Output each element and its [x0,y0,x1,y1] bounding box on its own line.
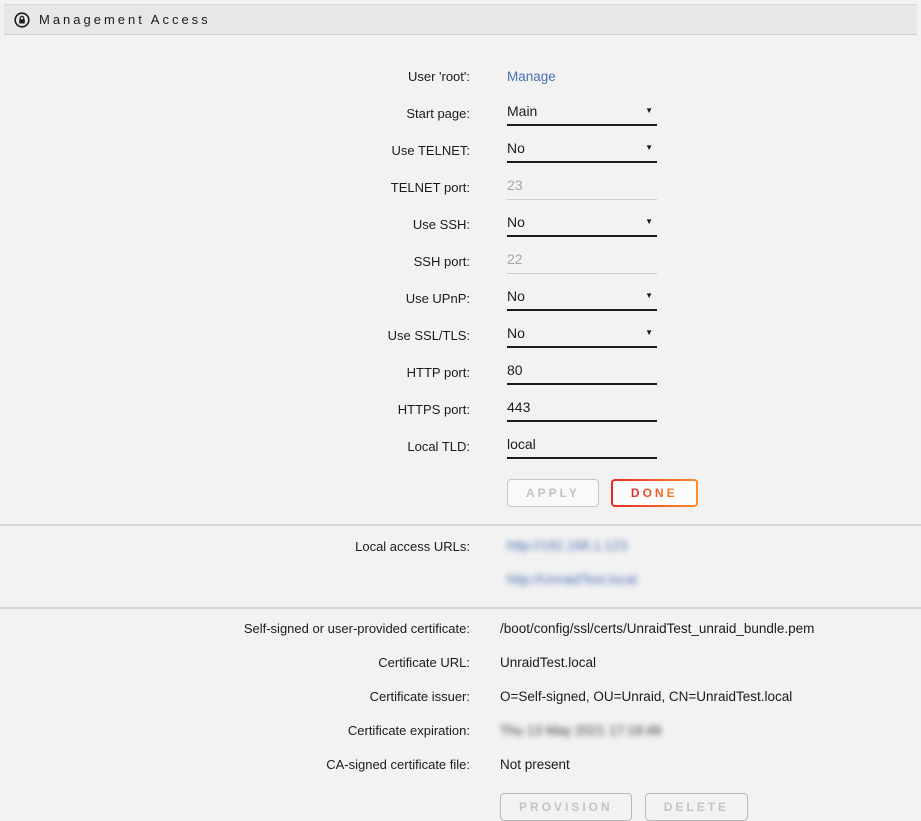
start-page-value: Main [507,103,537,119]
row-start-page: Start page: Main ▼ [0,95,921,132]
use-upnp-value: No [507,288,525,304]
page-title: Management Access [39,12,211,27]
start-page-select[interactable]: Main ▼ [507,101,657,126]
cert-url-value: UnraidTest.local [500,655,596,670]
cert-url-row: Certificate URL: UnraidTest.local [0,645,921,679]
titlebar: Management Access [4,4,917,35]
local-access-url-hostname-link[interactable]: http://UnraidTest.local [507,572,637,587]
user-root-label: User 'root': [0,69,470,84]
chevron-down-icon: ▼ [645,107,655,115]
row-use-ssl: Use SSL/TLS: No ▼ [0,317,921,354]
local-access-urls-section: Local access URLs: http://192.168.1.123 … [0,526,921,603]
telnet-port-input [507,175,657,200]
cert-expiration-label: Certificate expiration: [0,723,470,738]
use-telnet-label: Use TELNET: [0,143,470,158]
row-http-port: HTTP port: [0,354,921,391]
row-ssh-port: SSH port: [0,243,921,280]
use-ssh-label: Use SSH: [0,217,470,232]
ca-cert-file-label: CA-signed certificate file: [0,757,470,772]
use-ssh-select[interactable]: No ▼ [507,212,657,237]
row-use-telnet: Use TELNET: No ▼ [0,132,921,169]
done-button-label: DONE [631,486,678,500]
row-use-upnp: Use UPnP: No ▼ [0,280,921,317]
use-ssh-value: No [507,214,525,230]
apply-button[interactable]: APPLY [507,479,599,507]
lock-circle-icon [14,12,30,28]
certificate-buttons: PROVISION DELETE [500,793,921,821]
cert-issuer-row: Certificate issuer: O=Self-signed, OU=Un… [0,679,921,713]
ca-cert-file-row: CA-signed certificate file: Not present [0,747,921,781]
ca-cert-file-value: Not present [500,757,570,772]
use-upnp-select[interactable]: No ▼ [507,286,657,311]
manage-root-link[interactable]: Manage [507,69,556,84]
chevron-down-icon: ▼ [645,329,655,337]
cert-url-label: Certificate URL: [0,655,470,670]
local-access-url-ip-link[interactable]: http://192.168.1.123 [507,538,627,553]
local-access-urls-label: Local access URLs: [0,539,470,554]
ssh-port-label: SSH port: [0,254,470,269]
use-ssl-select[interactable]: No ▼ [507,323,657,348]
cert-issuer-label: Certificate issuer: [0,689,470,704]
certificate-section: Self-signed or user-provided certificate… [0,609,921,821]
use-telnet-select[interactable]: No ▼ [507,138,657,163]
http-port-label: HTTP port: [0,365,470,380]
delete-button[interactable]: DELETE [645,793,748,821]
provision-button[interactable]: PROVISION [500,793,632,821]
start-page-label: Start page: [0,106,470,121]
http-port-input[interactable] [507,360,657,385]
form-buttons: APPLY DONE [507,479,921,507]
local-tld-label: Local TLD: [0,439,470,454]
cert-expiration-value: Thu 13 May 2021 17:18:48 [500,723,661,738]
management-access-form: User 'root': Manage Start page: Main ▼ U… [0,35,921,507]
local-access-urls-row: http://UnraidTest.local [0,563,921,597]
local-tld-input[interactable] [507,434,657,459]
local-access-urls-row: Local access URLs: http://192.168.1.123 [0,529,921,563]
row-https-port: HTTPS port: [0,391,921,428]
row-local-tld: Local TLD: [0,428,921,465]
telnet-port-label: TELNET port: [0,180,470,195]
cert-expiration-row: Certificate expiration: Thu 13 May 2021 … [0,713,921,747]
management-access-page: Management Access User 'root': Manage St… [0,0,921,818]
cert-file-value: /boot/config/ssl/certs/UnraidTest_unraid… [500,621,814,636]
row-use-ssh: Use SSH: No ▼ [0,206,921,243]
https-port-label: HTTPS port: [0,402,470,417]
cert-file-label: Self-signed or user-provided certificate… [0,621,470,636]
ssh-port-input [507,249,657,274]
use-upnp-label: Use UPnP: [0,291,470,306]
use-ssl-value: No [507,325,525,341]
https-port-input[interactable] [507,397,657,422]
chevron-down-icon: ▼ [645,292,655,300]
row-user-root: User 'root': Manage [0,58,921,95]
chevron-down-icon: ▼ [645,218,655,226]
done-button[interactable]: DONE [611,479,698,507]
use-telnet-value: No [507,140,525,156]
row-telnet-port: TELNET port: [0,169,921,206]
chevron-down-icon: ▼ [645,144,655,152]
cert-issuer-value: O=Self-signed, OU=Unraid, CN=UnraidTest.… [500,689,792,704]
use-ssl-label: Use SSL/TLS: [0,328,470,343]
cert-file-row: Self-signed or user-provided certificate… [0,611,921,645]
